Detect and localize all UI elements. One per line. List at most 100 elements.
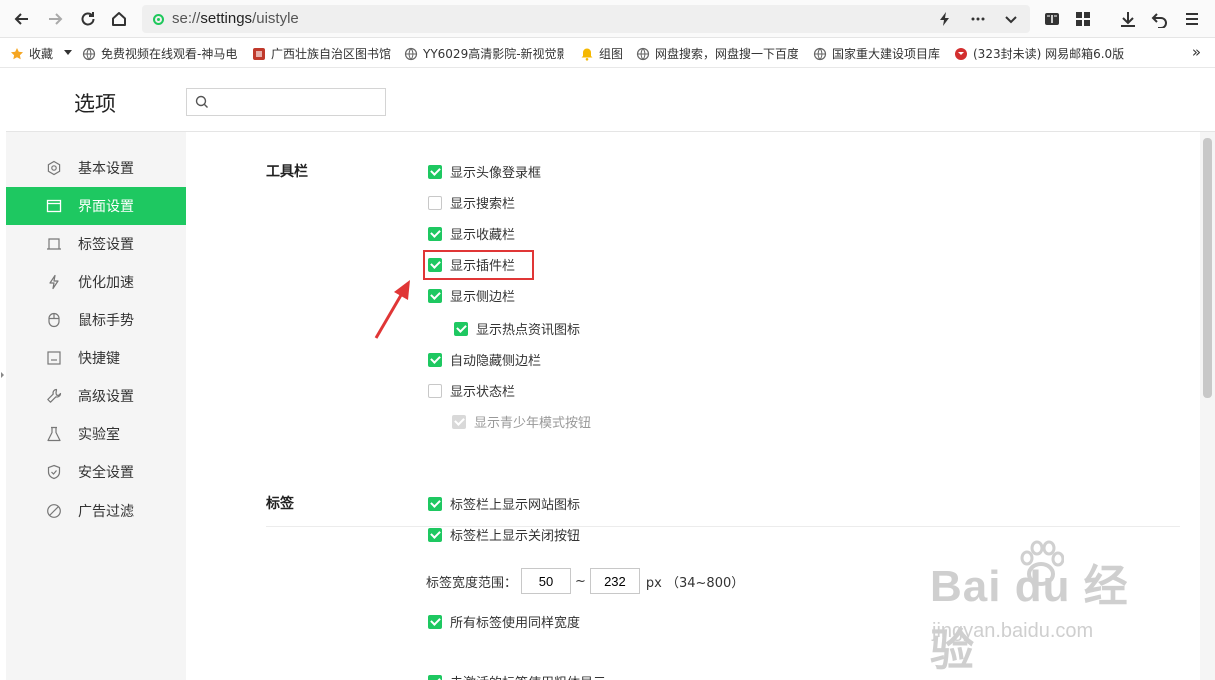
checkbox[interactable] (428, 288, 442, 303)
checkbox (452, 414, 466, 429)
sidebar-item-shortcuts[interactable]: 快捷键 (6, 339, 186, 377)
forward-button[interactable] (42, 6, 68, 32)
mail-logo-icon (954, 47, 968, 61)
search-input[interactable] (215, 92, 379, 112)
sidebar-item-interface[interactable]: 界面设置 (6, 187, 186, 225)
section-title-toolbar: 工具栏 (266, 164, 308, 180)
book-icon (1045, 13, 1059, 25)
sidebar-item-gestures[interactable]: 鼠标手势 (6, 301, 186, 339)
panel-toggle-icon[interactable] (1, 372, 4, 378)
ellipsis-icon (971, 17, 985, 21)
bookmark-item[interactable]: 组图 (580, 45, 623, 62)
option-show-sidebar[interactable]: 显示侧边栏 (428, 286, 515, 305)
checkbox[interactable] (428, 496, 442, 511)
option-tab-same-width[interactable]: 所有标签使用同样宽度 (428, 612, 580, 631)
window-icon (45, 197, 63, 215)
lightning-icon (45, 273, 63, 291)
refresh-icon (81, 12, 95, 26)
page-title: 选项 (74, 92, 116, 116)
bookmark-item[interactable]: 免费视频在线观看-神马电 (82, 45, 240, 62)
sidebar-item-tabs[interactable]: 标签设置 (6, 225, 186, 263)
option-show-favorites[interactable]: 显示收藏栏 (428, 224, 515, 243)
search-icon (195, 95, 208, 108)
bell-icon (580, 47, 594, 61)
globe-icon (636, 47, 650, 61)
bookmarks-bar: 收藏 免费视频在线观看-神马电 广西壮族自治区图书馆 YY6029高清影院-新视… (0, 38, 1215, 68)
dropdown-button[interactable] (1000, 8, 1022, 30)
home-button[interactable] (106, 6, 132, 32)
option-tab-favicon[interactable]: 标签栏上显示网站图标 (428, 494, 580, 513)
checkbox[interactable] (428, 164, 442, 179)
tab-icon (45, 235, 63, 253)
checkbox[interactable] (428, 383, 442, 398)
download-button[interactable] (1116, 7, 1140, 31)
keyboard-icon (45, 349, 63, 367)
checkbox[interactable] (428, 352, 442, 367)
home-icon (112, 12, 126, 26)
url-text[interactable]: se://settings/uistyle (172, 10, 299, 27)
sidebar-item-adblock[interactable]: 广告过滤 (6, 492, 186, 530)
sidebar-item-speed[interactable]: 优化加速 (6, 263, 186, 301)
checkbox[interactable] (428, 614, 442, 629)
address-bar[interactable]: se://settings/uistyle (142, 5, 1030, 33)
option-show-hotnews-icon[interactable]: 显示热点资讯图标 (454, 319, 580, 338)
tab-width-min-input[interactable] (521, 568, 572, 594)
undo-icon (1151, 13, 1167, 28)
bookmark-item[interactable]: 广西壮族自治区图书馆 (252, 45, 391, 62)
arrow-left-icon (14, 13, 28, 25)
option-tab-close-button[interactable]: 标签栏上显示关闭按钮 (428, 525, 580, 544)
checkbox[interactable] (428, 527, 442, 542)
browser-toolbar: se://settings/uistyle (0, 0, 1215, 38)
chevron-down-icon (1005, 16, 1017, 24)
more-button[interactable] (967, 8, 989, 30)
section-title-tabs: 标签 (266, 496, 294, 512)
favorites-dropdown-icon[interactable] (64, 50, 72, 55)
settings-content: 工具栏 显示头像登录框 显示搜索栏 显示收藏栏 显示插件栏 显示侧边栏 显示热点… (186, 132, 1200, 680)
speed-mode-button[interactable] (934, 8, 956, 30)
checkbox[interactable] (428, 195, 442, 210)
reader-button[interactable] (1040, 7, 1064, 31)
sidebar-item-security[interactable]: 安全设置 (6, 453, 186, 491)
option-show-searchbar[interactable]: 显示搜索栏 (428, 193, 515, 212)
grid-icon (1076, 12, 1090, 26)
option-tab-bold-inactive[interactable]: 未激活的标签使用粗体显示 (428, 672, 606, 680)
arrow-right-icon (49, 13, 63, 25)
content-scrollbar[interactable] (1200, 132, 1215, 680)
back-button[interactable] (9, 6, 35, 32)
bookmark-item[interactable]: YY6029高清影院-新视觉影 (404, 45, 564, 62)
download-icon (1121, 12, 1135, 27)
bookmarks-more-button[interactable]: » (1192, 43, 1201, 61)
option-show-avatar[interactable]: 显示头像登录框 (428, 162, 541, 181)
settings-search-box[interactable] (186, 88, 386, 116)
bookmark-item[interactable]: 国家重大建设项目库 (813, 45, 940, 62)
checkbox[interactable] (428, 226, 442, 241)
globe-icon (404, 47, 418, 61)
hamburger-icon (1186, 13, 1198, 25)
highlight-annotation (423, 250, 534, 280)
flask-icon (45, 425, 63, 443)
bookmark-item[interactable]: 网盘搜索，网盘搜一下百度 (636, 45, 798, 62)
gear-icon (45, 159, 63, 177)
tab-width-max-input[interactable] (589, 568, 640, 594)
sidebar-item-lab[interactable]: 实验室 (6, 415, 186, 453)
undo-button[interactable] (1148, 7, 1172, 31)
globe-icon (82, 47, 96, 61)
mouse-icon (45, 311, 63, 329)
wrench-icon (45, 387, 63, 405)
bookmark-favorites[interactable]: 收藏 (10, 45, 53, 62)
sidebar-item-advanced[interactable]: 高级设置 (6, 377, 186, 415)
checkbox[interactable] (454, 321, 468, 336)
block-icon (45, 502, 63, 520)
refresh-button[interactable] (75, 6, 101, 32)
bookmark-item[interactable]: (323封未读) 网易邮箱6.0版 (954, 45, 1124, 62)
checkbox[interactable] (428, 674, 442, 680)
option-autohide-sidebar[interactable]: 自动隐藏侧边栏 (428, 350, 541, 369)
library-logo-icon (252, 47, 266, 61)
menu-button[interactable] (1180, 7, 1204, 31)
sidebar-item-basic[interactable]: 基本设置 (6, 149, 186, 187)
globe-icon (813, 47, 827, 61)
scrollbar-thumb[interactable] (1203, 138, 1212, 398)
settings-sidebar: 基本设置 界面设置 标签设置 优化加速 鼠标手势 快捷键 高级设置 实验室 安全… (6, 132, 186, 680)
option-show-statusbar[interactable]: 显示状态栏 (428, 381, 515, 400)
apps-button[interactable] (1071, 7, 1095, 31)
